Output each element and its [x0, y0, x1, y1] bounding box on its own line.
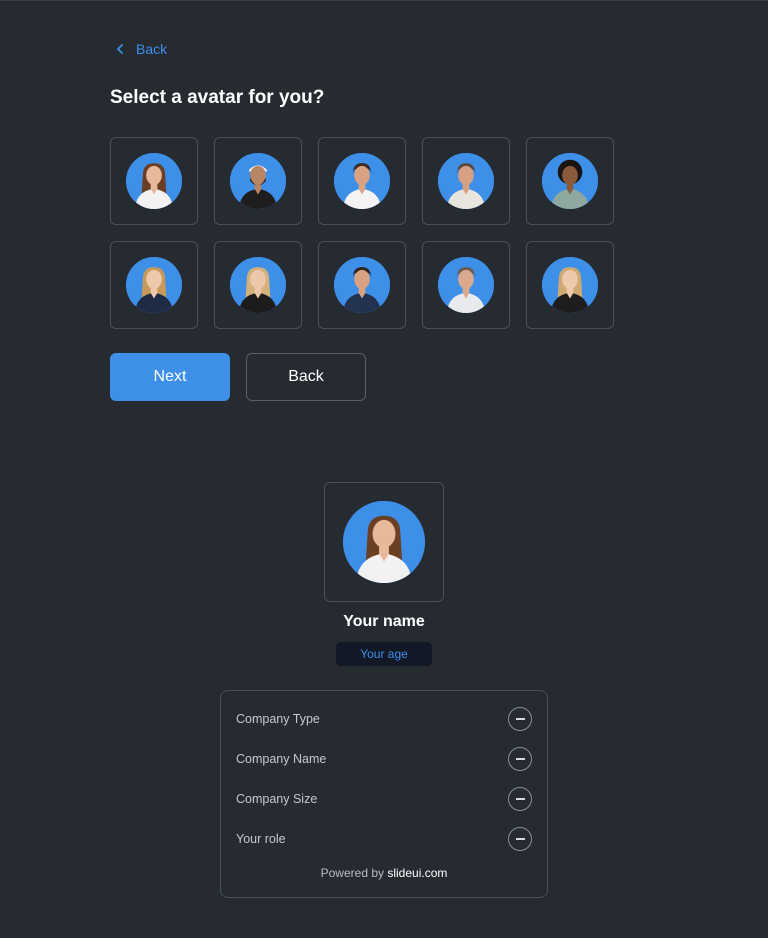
- avatar-option[interactable]: [214, 241, 302, 329]
- powered-by-prefix: Powered by: [320, 866, 384, 880]
- company-type-row: Company Type: [236, 706, 532, 732]
- company-size-remove-button[interactable]: [508, 787, 532, 811]
- avatar-man-white-shirt: [334, 153, 390, 209]
- minus-icon: [515, 838, 525, 840]
- avatar-man-tie: [438, 257, 494, 313]
- avatar-option[interactable]: [110, 137, 198, 225]
- profile-name: Your name: [343, 613, 425, 630]
- selected-avatar-image: [343, 501, 425, 583]
- company-name-label: Company Name: [236, 752, 327, 766]
- avatar-option[interactable]: [110, 241, 198, 329]
- minus-icon: [515, 758, 525, 760]
- minus-icon: [515, 798, 525, 800]
- company-type-remove-button[interactable]: [508, 707, 532, 731]
- avatar-option[interactable]: [214, 137, 302, 225]
- minus-icon: [515, 718, 525, 720]
- back-button[interactable]: Back: [246, 353, 366, 401]
- avatar-option[interactable]: [526, 241, 614, 329]
- company-name-row: Company Name: [236, 746, 532, 772]
- avatar-woman-blonde-suit: [126, 257, 182, 313]
- avatar-option[interactable]: [318, 241, 406, 329]
- avatar-woman-curly: [542, 153, 598, 209]
- company-info-panel: Company Type Company Name Company Size Y…: [220, 690, 548, 898]
- avatar-option[interactable]: [526, 137, 614, 225]
- company-type-label: Company Type: [236, 712, 320, 726]
- your-role-remove-button[interactable]: [508, 827, 532, 851]
- avatar-man-arms-crossed: [438, 153, 494, 209]
- avatar-grid: [110, 137, 614, 329]
- avatar-woman-blonde-black: [230, 257, 286, 313]
- back-link-label: Back: [136, 41, 168, 57]
- avatar-woman-glasses: [126, 153, 182, 209]
- avatar-woman-blonde-2: [542, 257, 598, 313]
- avatar-option[interactable]: [422, 241, 510, 329]
- company-size-label: Company Size: [236, 792, 318, 806]
- company-name-remove-button[interactable]: [508, 747, 532, 771]
- chevron-left-icon: [117, 44, 123, 54]
- page-title: Select a avatar for you?: [110, 87, 325, 108]
- avatar-option[interactable]: [422, 137, 510, 225]
- age-badge[interactable]: Your age: [336, 642, 432, 666]
- avatar-option[interactable]: [318, 137, 406, 225]
- avatar-man-navy-suit: [334, 257, 390, 313]
- powered-by-brand[interactable]: slideui.com: [387, 866, 447, 880]
- powered-by: Powered by slideui.com: [221, 866, 547, 880]
- your-role-label: Your role: [236, 832, 286, 846]
- selected-avatar-card: [324, 482, 444, 602]
- your-role-row: Your role: [236, 826, 532, 852]
- avatar-man-beard-cap: [230, 153, 286, 209]
- company-size-row: Company Size: [236, 786, 532, 812]
- back-link[interactable]: Back: [114, 41, 167, 57]
- next-button[interactable]: Next: [110, 353, 230, 401]
